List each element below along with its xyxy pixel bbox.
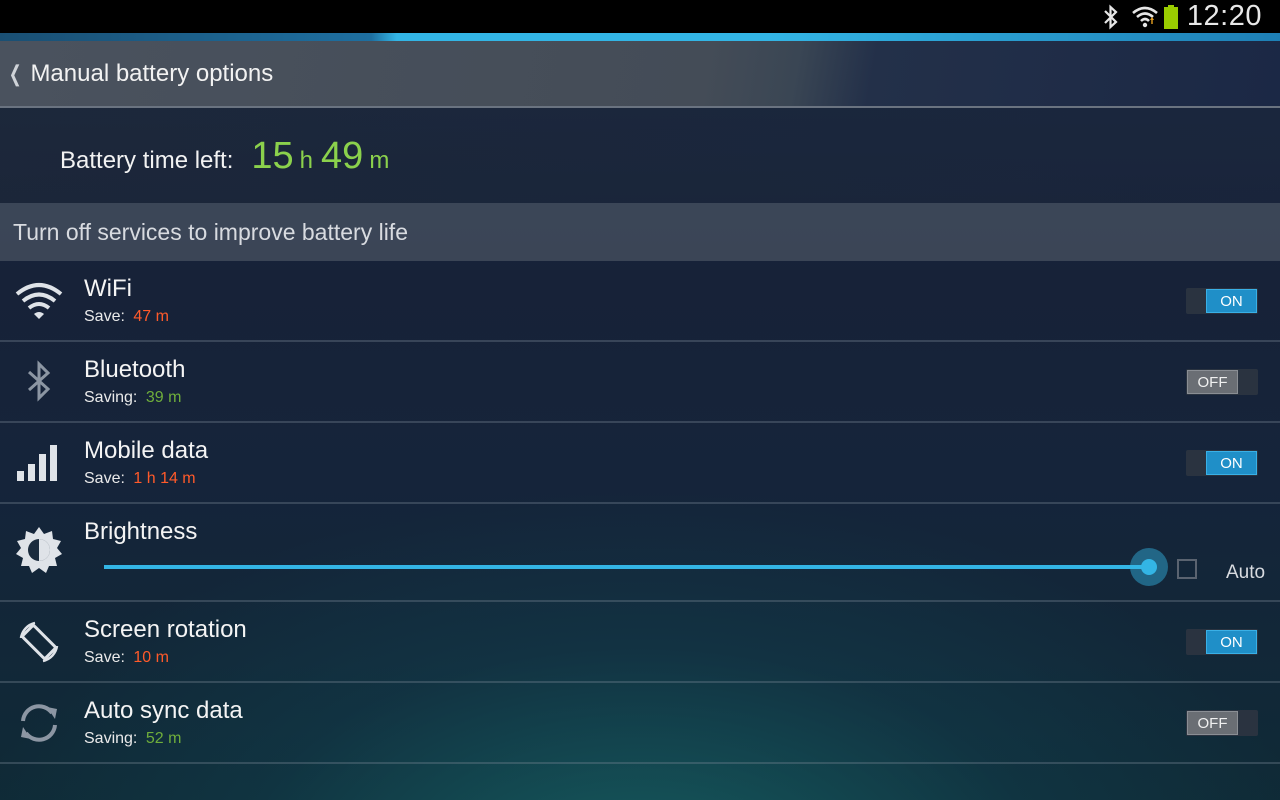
brightness-icon: [15, 526, 63, 574]
auto-sync-saving-label: Saving:: [84, 730, 138, 747]
battery-hours-unit: h: [299, 147, 314, 174]
screen-rotation-toggle-state: ON: [1206, 630, 1257, 654]
bluetooth-saving-label: Saving:: [84, 389, 138, 406]
auto-sync-toggle-state: OFF: [1187, 711, 1238, 735]
wifi-save-label: Save:: [84, 308, 125, 325]
action-bar[interactable]: ❮ Manual battery options: [0, 41, 1280, 108]
setting-row-mobile-data: Mobile data Save: 1 h 14 m ON: [0, 423, 1280, 504]
signal-bars-icon: [15, 439, 63, 487]
auto-sync-saving-text: Saving: 52 m: [84, 730, 181, 748]
screen-rotation-icon: [15, 618, 63, 666]
bluetooth-toggle-state: OFF: [1187, 370, 1238, 394]
mobile-data-title: Mobile data: [84, 437, 209, 464]
status-bar: 12:20: [0, 0, 1280, 33]
battery-icon: [1163, 4, 1179, 30]
accent-strip: [0, 33, 1280, 41]
auto-sync-toggle[interactable]: OFF: [1186, 710, 1258, 736]
wifi-toggle-state: ON: [1206, 289, 1257, 313]
sync-icon: [15, 699, 63, 747]
page-title: Manual battery options: [30, 59, 274, 87]
status-clock: 12:20: [1186, 0, 1262, 32]
bluetooth-toggle[interactable]: OFF: [1186, 369, 1258, 395]
battery-time-panel: Battery time left: 15 h 49 m: [0, 108, 1280, 203]
setting-row-wifi: WiFi Save: 47 m ON: [0, 261, 1280, 342]
wifi-toggle[interactable]: ON: [1186, 288, 1258, 314]
wifi-title: WiFi: [84, 275, 132, 302]
battery-time-label: Battery time left:: [60, 147, 234, 174]
bluetooth-saving-value: 39 m: [145, 389, 182, 406]
section-header-text: Turn off services to improve battery lif…: [13, 218, 408, 245]
section-header: Turn off services to improve battery lif…: [0, 203, 1280, 261]
bluetooth-title: Bluetooth: [84, 356, 186, 383]
bluetooth-saving-text: Saving: 39 m: [84, 389, 181, 407]
screen-rotation-save-text: Save: 10 m: [84, 649, 169, 667]
setting-row-screen-rotation: Screen rotation Save: 10 m ON: [0, 602, 1280, 683]
battery-hours-value: 15: [251, 135, 294, 177]
mobile-data-save-label: Save:: [84, 470, 125, 487]
brightness-slider[interactable]: [104, 565, 1150, 569]
wifi-save-value: 47 m: [133, 308, 169, 325]
brightness-auto-label: Auto: [1226, 562, 1266, 583]
back-chevron-icon[interactable]: ❮: [9, 61, 22, 87]
screen-rotation-title: Screen rotation: [84, 616, 247, 643]
screen-rotation-toggle[interactable]: ON: [1186, 629, 1258, 655]
mobile-data-toggle-state: ON: [1206, 451, 1257, 475]
mobile-data-save-text: Save: 1 h 14 m: [84, 470, 196, 488]
auto-sync-saving-value: 52 m: [145, 730, 182, 747]
brightness-slider-thumb[interactable]: [1130, 548, 1168, 586]
setting-row-bluetooth: Bluetooth Saving: 39 m OFF: [0, 342, 1280, 423]
setting-row-brightness: Brightness Auto: [0, 504, 1280, 602]
mobile-data-save-value: 1 h 14 m: [133, 470, 196, 487]
brightness-slider-thumb-dot: [1141, 559, 1157, 575]
mobile-data-toggle[interactable]: ON: [1186, 450, 1258, 476]
wifi-icon: [15, 277, 63, 325]
brightness-title: Brightness: [84, 518, 198, 545]
bluetooth-icon: [15, 358, 63, 406]
auto-sync-title: Auto sync data: [84, 697, 243, 724]
wifi-save-text: Save: 47 m: [84, 308, 169, 326]
setting-row-auto-sync: Auto sync data Saving: 52 m OFF: [0, 683, 1280, 764]
wifi-icon: [1131, 4, 1159, 30]
screen-rotation-save-value: 10 m: [133, 649, 169, 666]
battery-minutes-value: 49: [321, 135, 364, 177]
brightness-auto-checkbox[interactable]: [1177, 559, 1197, 579]
bluetooth-icon: [1101, 4, 1121, 30]
battery-minutes-unit: m: [369, 147, 390, 174]
screen-rotation-save-label: Save:: [84, 649, 125, 666]
